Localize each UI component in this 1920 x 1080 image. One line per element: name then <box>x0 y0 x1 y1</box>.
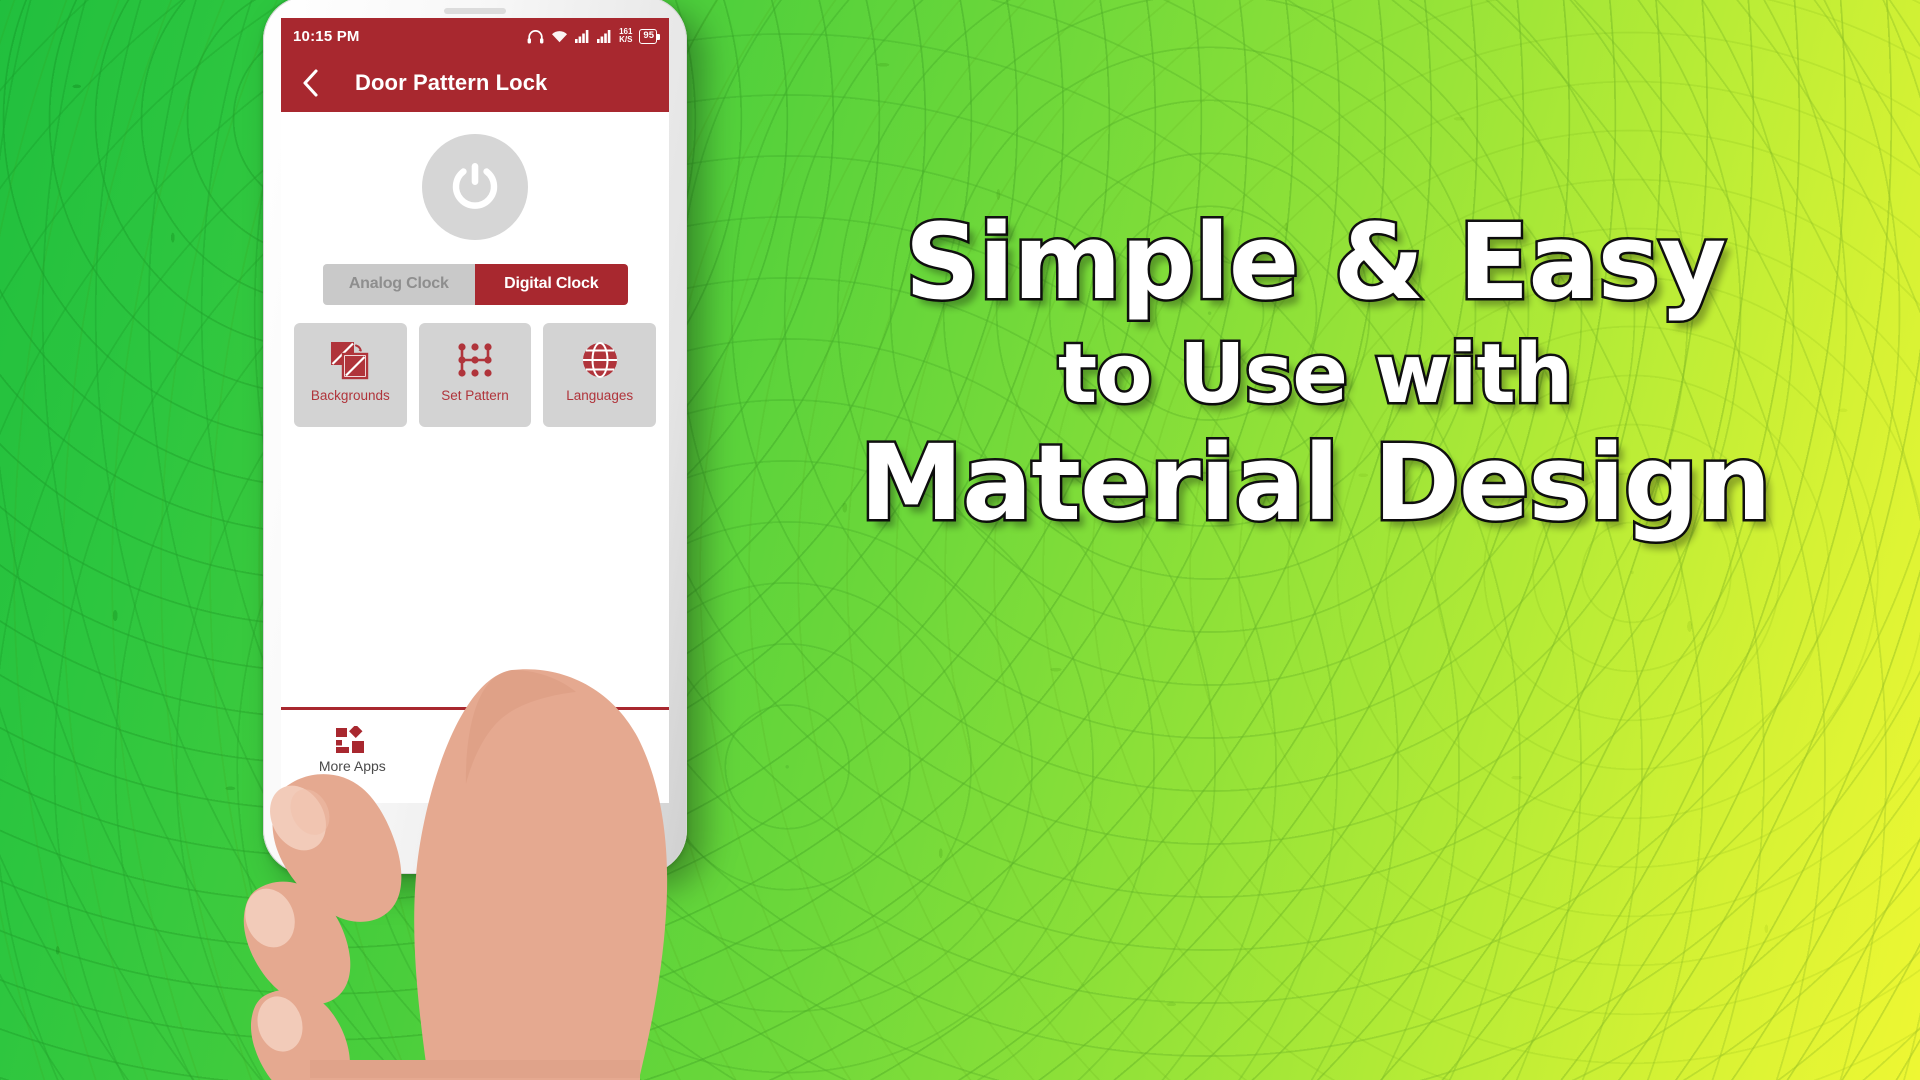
home-button[interactable] <box>448 812 502 866</box>
back-chevron-icon[interactable] <box>295 68 325 98</box>
shield-lock-icon <box>462 724 488 754</box>
phone-mockup: 10:15 PM 161 K/S 95 Door Pattern Lock An… <box>263 0 705 890</box>
wifi-icon <box>551 29 568 43</box>
power-icon <box>452 163 498 209</box>
nav-more-apps-label: More Apps <box>318 758 386 774</box>
images-stack-icon <box>329 337 371 383</box>
toggle-analog-clock[interactable]: Analog Clock <box>322 264 475 305</box>
headphones-icon <box>527 29 544 44</box>
clock-type-toggle[interactable]: Analog Clock Digital Clock <box>322 264 628 305</box>
signal-bars-2-icon <box>597 29 612 43</box>
feature-card-grid: Backgrounds Set Pattern Languages <box>281 305 669 427</box>
nav-item-more-apps[interactable]: More Apps <box>291 724 414 774</box>
card-backgrounds-label: Backgrounds <box>310 388 390 403</box>
card-set-pattern-label: Set Pattern <box>441 388 509 403</box>
pattern-dots-icon <box>454 337 496 383</box>
stars-rating-icon <box>582 724 614 754</box>
status-bar-icons: 161 K/S 95 <box>527 27 660 45</box>
battery-icon: 95 <box>639 28 660 44</box>
card-languages[interactable]: Languages <box>543 323 657 427</box>
app-bar: Door Pattern Lock <box>281 54 669 112</box>
phone-screen: 10:15 PM 161 K/S 95 Door Pattern Lock An… <box>281 18 669 803</box>
power-button-zone <box>281 112 669 240</box>
globe-icon <box>579 337 621 383</box>
phone-earpiece <box>444 8 506 14</box>
toggle-digital-clock[interactable]: Digital Clock <box>475 264 628 305</box>
status-bar-time: 10:15 PM <box>293 27 360 45</box>
power-button[interactable] <box>422 134 528 240</box>
card-backgrounds[interactable]: Backgrounds <box>294 323 407 427</box>
app-content: Analog Clock Digital Clock Backgrounds S… <box>281 112 669 803</box>
bottom-navigation: More Apps Privacy Policy Rate Us <box>281 707 669 803</box>
signal-bars-icon <box>575 29 590 43</box>
phone-body: 10:15 PM 161 K/S 95 Door Pattern Lock An… <box>263 0 687 874</box>
nav-item-rate-us[interactable]: Rate Us <box>536 724 659 774</box>
network-speed-indicator: 161 K/S <box>619 27 633 45</box>
phone-chin <box>263 804 687 874</box>
nav-item-privacy-policy[interactable]: Privacy Policy <box>414 724 537 790</box>
apps-grid-icon <box>335 724 369 754</box>
status-bar: 10:15 PM 161 K/S 95 <box>281 18 669 54</box>
nav-rate-us-label: Rate Us <box>572 758 623 774</box>
card-set-pattern[interactable]: Set Pattern <box>418 323 532 427</box>
network-speed-unit: K/S <box>619 35 633 44</box>
nav-privacy-policy-label: Privacy Policy <box>452 758 498 790</box>
page-title: Door Pattern Lock <box>355 70 548 95</box>
battery-percent-label: 95 <box>643 30 654 42</box>
card-languages-label: Languages <box>566 388 634 403</box>
